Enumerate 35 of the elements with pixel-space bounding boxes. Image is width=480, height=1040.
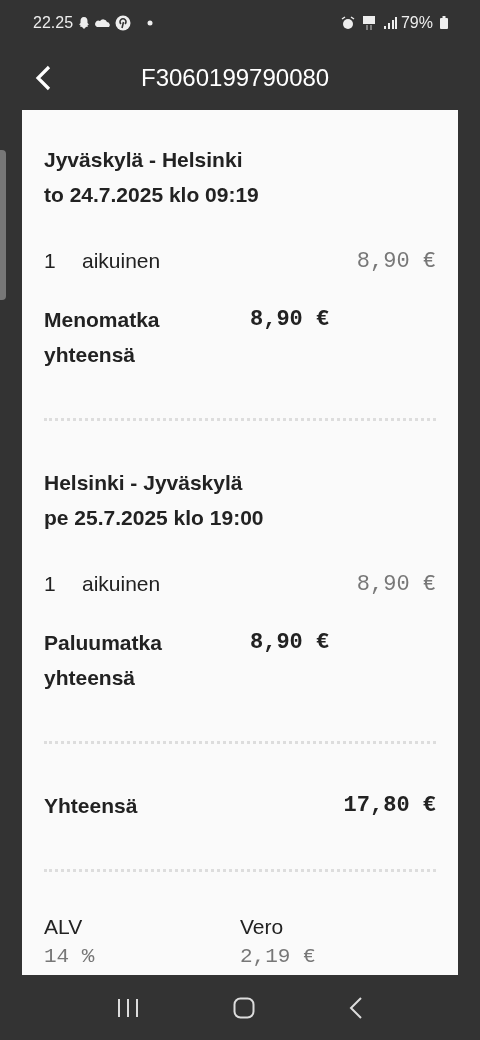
pin-logo-icon xyxy=(115,14,132,31)
recent-apps-icon[interactable] xyxy=(117,997,139,1018)
vat-value: 14 % xyxy=(44,944,96,970)
trip-route: Helsinki - Jyväskylä xyxy=(44,470,244,496)
alarm-icon xyxy=(340,15,355,30)
signal-icon xyxy=(382,16,397,29)
passenger-type: aikuinen xyxy=(82,249,162,273)
ghost-icon xyxy=(77,15,92,30)
back-nav-icon[interactable] xyxy=(349,996,363,1019)
total-label: Yhteensä xyxy=(44,793,138,819)
battery-percent: 79% xyxy=(400,13,433,32)
vat-label: Vero xyxy=(240,914,285,940)
status-time: 22.25 xyxy=(33,13,74,32)
trip-departure: to 24.7.2025 klo 09:19 xyxy=(44,182,260,208)
passenger-count: 1 xyxy=(44,249,57,273)
dot-icon xyxy=(147,19,154,26)
subtotal-label: Paluumatka yhteensä xyxy=(44,630,163,691)
subtotal-label: Menomatka yhteensä xyxy=(44,307,161,368)
trip-route: Jyväskylä - Helsinki xyxy=(44,147,244,173)
total-value: 17,80 € xyxy=(343,792,436,820)
line-price: 8,90 € xyxy=(356,248,436,274)
cloud-icon xyxy=(95,17,112,28)
passenger-type: aikuinen xyxy=(82,572,162,596)
battery-icon xyxy=(440,16,448,29)
trip-departure: pe 25.7.2025 klo 19:00 xyxy=(44,505,265,531)
home-icon[interactable] xyxy=(233,996,255,1019)
line-price: 8,90 € xyxy=(356,571,436,597)
vat-label: ALV xyxy=(44,914,84,940)
subtotal-value: 8,90 € xyxy=(250,306,330,334)
network-icon xyxy=(361,14,376,31)
subtotal-value: 8,90 € xyxy=(250,629,330,657)
header-title: F3060199790080 xyxy=(141,63,330,92)
back-icon[interactable] xyxy=(35,64,51,91)
vat-value: 2,19 € xyxy=(240,944,317,970)
passenger-count: 1 xyxy=(44,572,57,596)
